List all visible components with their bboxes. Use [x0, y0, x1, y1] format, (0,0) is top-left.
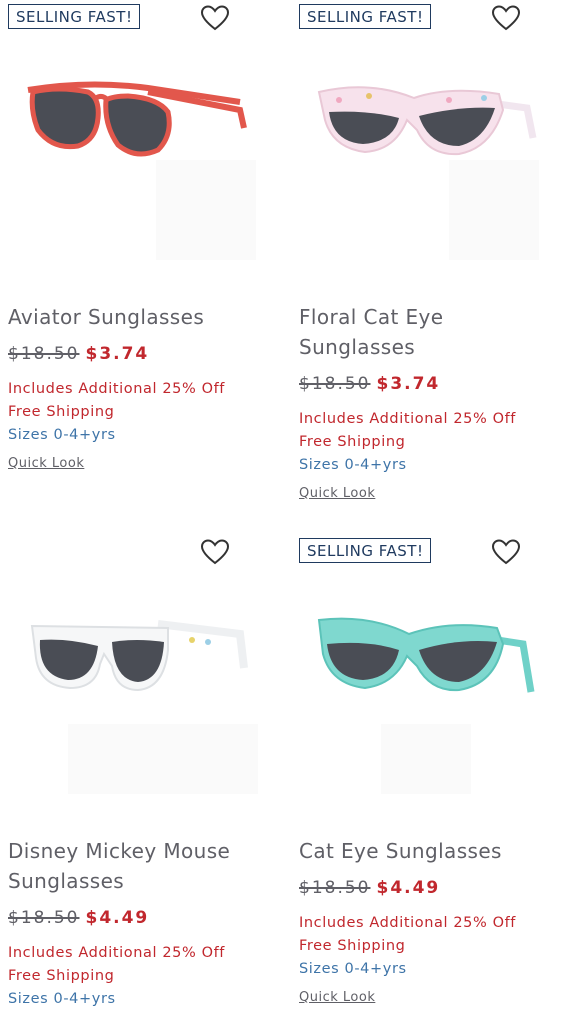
product-name[interactable]: Disney Mickey Mouse Sunglasses	[8, 836, 270, 896]
heart-outline-icon[interactable]	[200, 4, 230, 32]
selling-fast-badge: SELLING FAST!	[299, 4, 432, 29]
quick-look-link[interactable]: Quick Look	[8, 455, 84, 473]
promo-text: Includes Additional 25% Off	[299, 411, 517, 427]
promo-text: Includes Additional 25% Off	[8, 381, 226, 397]
sizes-text: Sizes 0-4+yrs	[299, 457, 407, 473]
heart-outline-icon[interactable]	[200, 538, 230, 566]
shipping-text: Free Shipping	[8, 968, 115, 984]
sale-price: $3.74	[376, 374, 441, 394]
original-price: $18.50	[8, 344, 80, 364]
quick-look-link[interactable]: Quick Look	[299, 989, 375, 1007]
shipping-text: Free Shipping	[8, 404, 115, 420]
selling-fast-badge: SELLING FAST!	[8, 4, 141, 29]
quick-look-link[interactable]: Quick Look	[299, 485, 375, 503]
shipping-text: Free Shipping	[299, 938, 406, 954]
promo-text: Includes Additional 25% Off	[8, 945, 226, 961]
price-row: $18.50 $4.49	[8, 906, 270, 930]
price-row: $18.50 $3.74	[8, 342, 270, 366]
product-image-cat-eye-sunglasses[interactable]	[299, 584, 549, 804]
original-price: $18.50	[299, 878, 371, 898]
sale-price: $4.49	[85, 908, 150, 928]
sale-price: $3.74	[85, 344, 150, 364]
product-name[interactable]: Floral Cat Eye Sunglasses	[299, 302, 561, 362]
product-name[interactable]: Aviator Sunglasses	[8, 302, 270, 332]
selling-fast-badge: SELLING FAST!	[299, 538, 432, 563]
product-image-disney-mickey-mouse-sunglasses[interactable]	[8, 584, 258, 804]
sizes-text: Sizes 0-4+yrs	[299, 961, 407, 977]
product-image-floral-cat-eye-sunglasses[interactable]	[299, 50, 549, 270]
sizes-text: Sizes 0-4+yrs	[8, 427, 116, 443]
product-image-aviator-sunglasses[interactable]	[8, 50, 258, 270]
original-price: $18.50	[299, 374, 371, 394]
price-row: $18.50 $4.49	[299, 876, 561, 900]
original-price: $18.50	[8, 908, 80, 928]
price-row: $18.50 $3.74	[299, 372, 561, 396]
sale-price: $4.49	[376, 878, 441, 898]
shipping-text: Free Shipping	[299, 434, 406, 450]
heart-outline-icon[interactable]	[491, 4, 521, 32]
sizes-text: Sizes 0-4+yrs	[8, 991, 116, 1007]
product-name[interactable]: Cat Eye Sunglasses	[299, 836, 561, 866]
heart-outline-icon[interactable]	[491, 538, 521, 566]
promo-text: Includes Additional 25% Off	[299, 915, 517, 931]
